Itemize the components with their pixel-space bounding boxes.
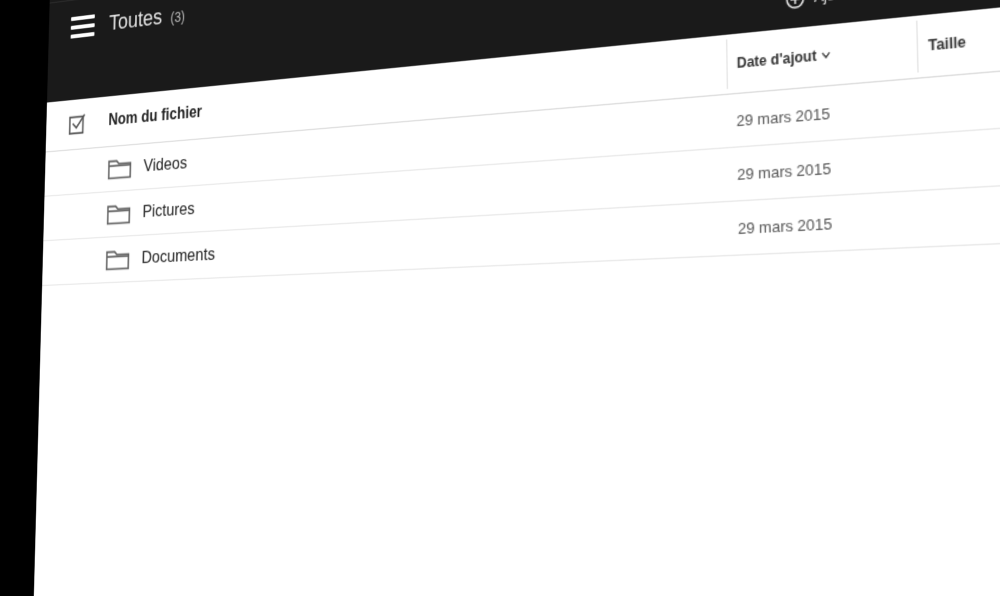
folder-icon (106, 201, 131, 227)
hamburger-icon[interactable] (70, 9, 95, 43)
row-size (922, 203, 1000, 218)
row-size (920, 83, 1000, 106)
breadcrumb-label: Toutes (109, 4, 163, 36)
app-window: Tous les fichiers Photos et Vidéos Toute… (32, 0, 1000, 596)
plus-circle-icon (786, 0, 805, 10)
folder-icon (107, 155, 132, 181)
row-date: 29 mars 2015 (728, 153, 921, 184)
row-size (921, 143, 1000, 162)
sort-desc-icon (821, 50, 831, 61)
add-files-label: Ajouter des fichiers (814, 0, 940, 6)
breadcrumb-count: (3) (170, 8, 185, 26)
add-files-button[interactable]: Ajouter des fichiers (786, 0, 940, 10)
select-all-icon[interactable] (68, 112, 86, 135)
row-date: 29 mars 2015 (729, 209, 923, 237)
row-date: 29 mars 2015 (727, 97, 920, 130)
column-date[interactable]: Date d'ajout (726, 21, 919, 89)
folder-icon (105, 246, 130, 272)
breadcrumb[interactable]: Toutes (3) (109, 1, 185, 36)
